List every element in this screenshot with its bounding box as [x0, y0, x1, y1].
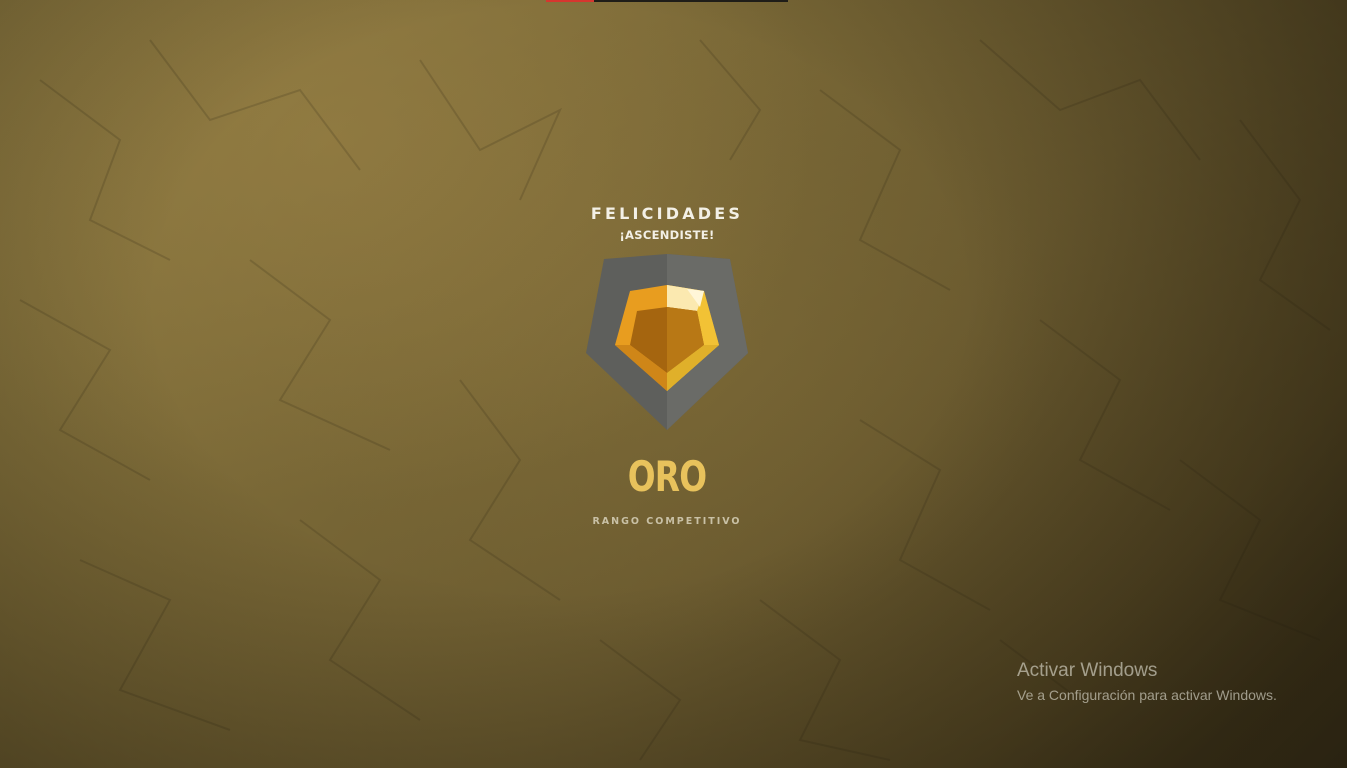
windows-activation-watermark: Activar Windows Ve a Configuración para …: [1017, 660, 1277, 705]
congrats-title: FELICIDADES: [590, 204, 744, 223]
top-progress-fill: [546, 0, 595, 2]
gold-rank-badge-icon: [586, 254, 748, 430]
watermark-title: Activar Windows: [1017, 660, 1158, 681]
promoted-subtitle: ¡ASCENDISTE!: [619, 228, 715, 242]
rank-up-screen: FELICIDADES ¡ASCENDISTE! ORO RANGO COMPE…: [0, 0, 1347, 768]
rank-name: ORO: [627, 452, 707, 501]
rank-caption: RANGO COMPETITIVO: [592, 516, 742, 527]
watermark-subtitle: Ve a Configuración para activar Windows.: [1017, 687, 1277, 703]
top-progress-bar: [546, 0, 788, 2]
